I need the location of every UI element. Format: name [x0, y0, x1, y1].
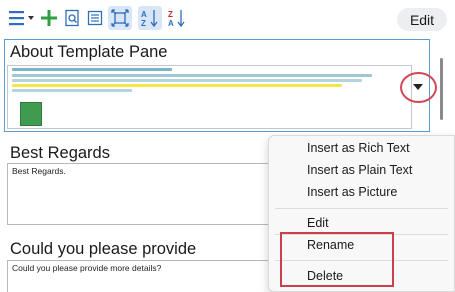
add-icon[interactable]	[39, 6, 59, 30]
menu-item-insert-plain-text[interactable]: Insert as Plain Text	[307, 163, 412, 177]
menu-separator	[275, 208, 448, 209]
preview-image	[20, 102, 42, 126]
menu-item-insert-rich-text[interactable]: Insert as Rich Text	[307, 141, 410, 155]
zoom-fit-icon[interactable]	[108, 6, 132, 30]
svg-text:A: A	[141, 10, 147, 19]
template-title: About Template Pane	[10, 43, 168, 61]
template-title: Best Regards	[10, 144, 110, 162]
svg-text:A: A	[168, 19, 174, 28]
annotation-circle	[400, 72, 437, 103]
menu-item-edit[interactable]: Edit	[307, 216, 329, 230]
edit-button[interactable]: Edit	[397, 8, 447, 31]
sort-a-z-icon[interactable]: A Z	[138, 6, 162, 30]
svg-text:Z: Z	[141, 19, 146, 28]
annotation-rectangle	[280, 232, 394, 287]
sort-z-a-icon[interactable]: Z A	[165, 6, 189, 30]
scrollbar[interactable]	[440, 58, 443, 120]
toolbar: A Z Z A Edit	[0, 0, 455, 36]
menu-item-insert-picture[interactable]: Insert as Picture	[307, 185, 397, 199]
svg-text:Z: Z	[168, 10, 173, 19]
document-icon[interactable]	[85, 6, 105, 30]
search-document-icon[interactable]	[62, 6, 82, 30]
template-preview	[7, 65, 412, 129]
list-menu-icon[interactable]	[8, 6, 36, 30]
template-title: Could you please provide	[10, 240, 197, 258]
